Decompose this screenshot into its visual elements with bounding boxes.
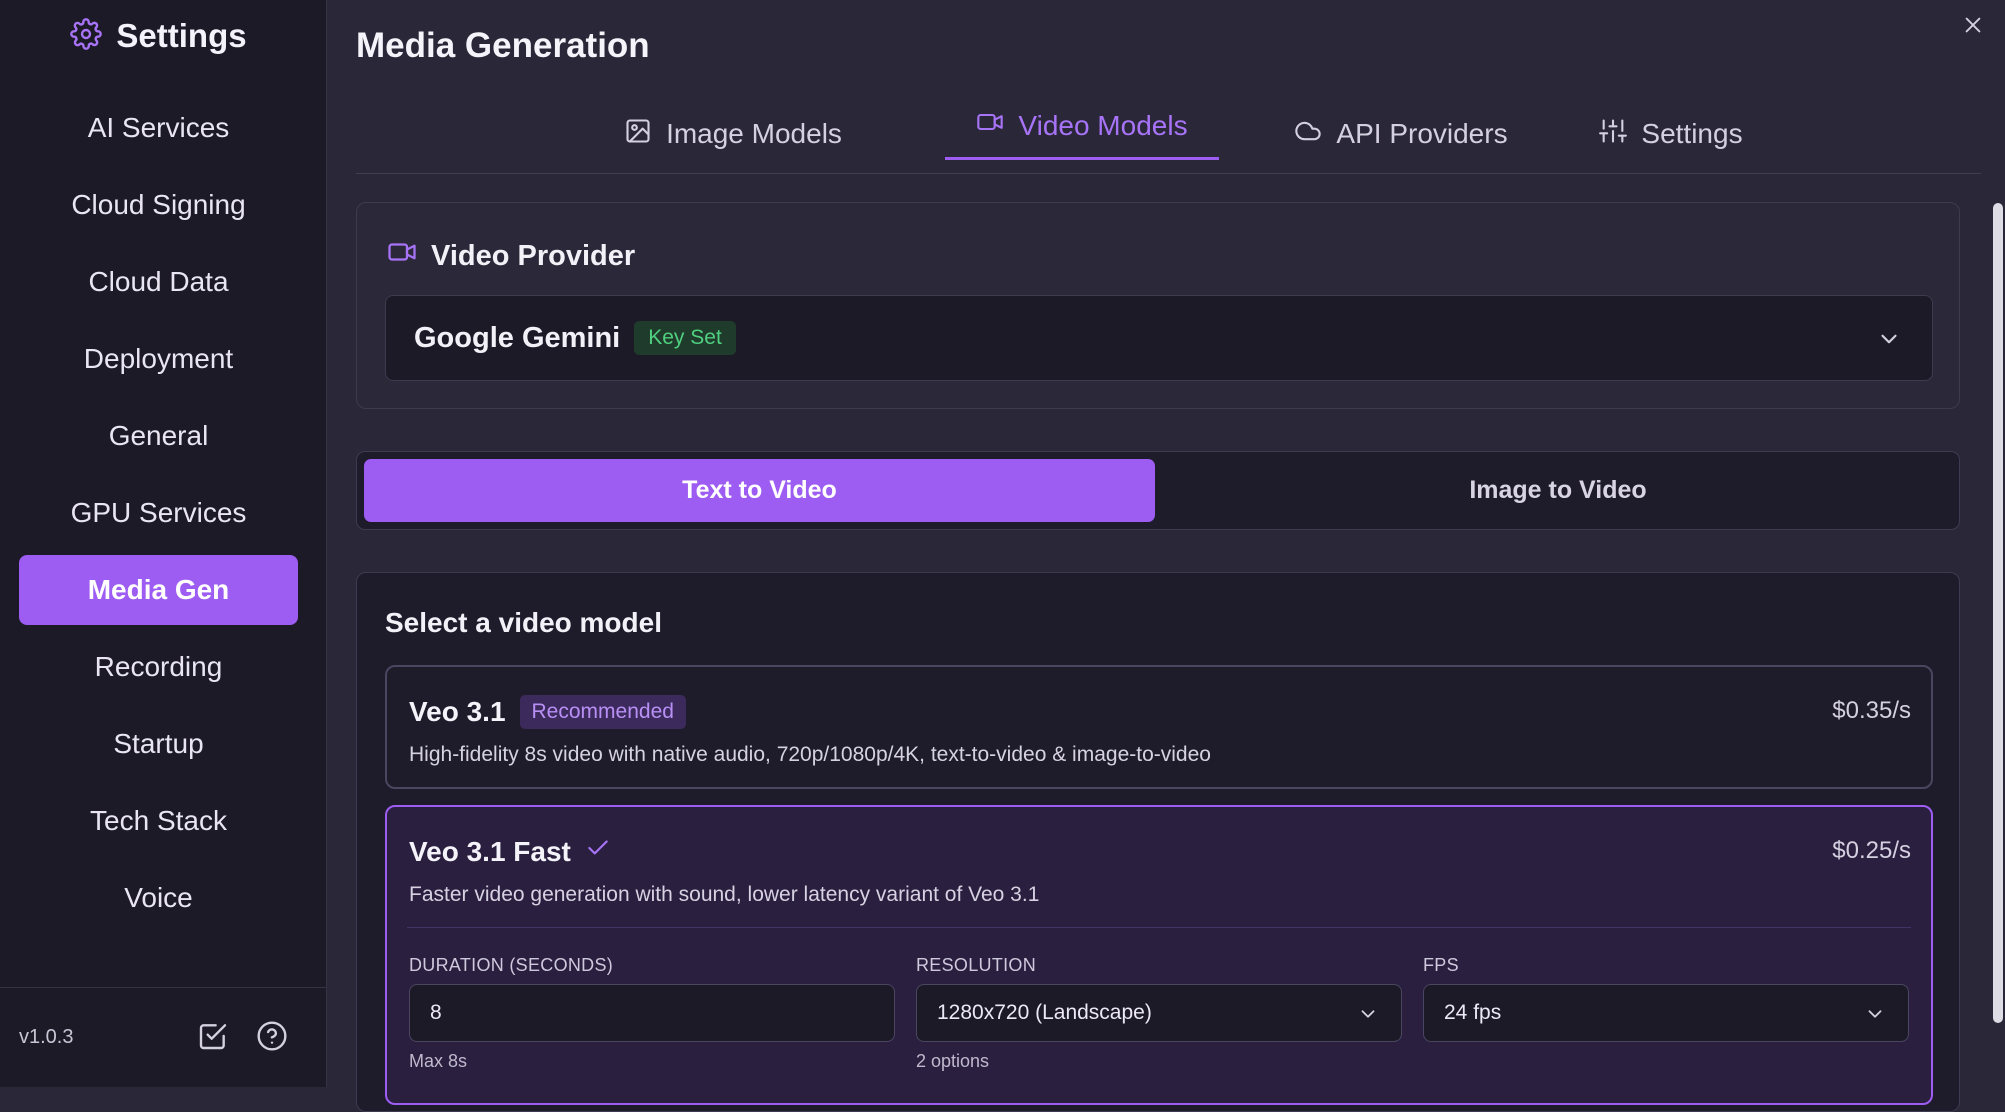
checklist-icon[interactable]: [197, 1020, 229, 1052]
resolution-hint: 2 options: [916, 1051, 990, 1071]
model-card-veo-3-1-fast[interactable]: Veo 3.1 Fast $0.25/s Faster video genera…: [385, 805, 1933, 1105]
text-to-video-button[interactable]: Text to Video: [364, 459, 1155, 522]
sidebar-title: Settings: [116, 17, 247, 54]
recommended-badge: Recommended: [519, 695, 686, 729]
main-panel: Media Generation Image Models Video Mode…: [328, 0, 2005, 1112]
model-description: Faster video generation with sound, lowe…: [409, 883, 1040, 906]
duration-input[interactable]: 8: [409, 984, 895, 1042]
gear-icon: [70, 17, 103, 55]
tab-api-providers[interactable]: API Providers: [1286, 94, 1516, 174]
model-price: $0.25/s: [1832, 837, 1911, 864]
image-to-video-button[interactable]: Image to Video: [1161, 459, 1955, 522]
video-provider-card: Video Provider Google Gemini Key Set: [356, 202, 1960, 409]
page-title: Media Generation: [356, 26, 650, 65]
tab-label: Image Models: [666, 118, 842, 149]
video-camera-icon: [387, 237, 417, 275]
chevron-down-icon: [1876, 326, 1902, 352]
sidebar-item-cloud-signing[interactable]: Cloud Signing: [19, 170, 298, 240]
fps-label: FPS: [1423, 955, 1459, 975]
sidebar: Settings AI Services Cloud Signing Cloud…: [0, 0, 327, 1087]
sidebar-footer: v1.0.3: [0, 987, 327, 1087]
sidebar-item-voice[interactable]: Voice: [19, 863, 298, 933]
scrollbar[interactable]: [1993, 203, 2003, 1023]
sidebar-item-ai-services[interactable]: AI Services: [19, 93, 298, 163]
sidebar-item-tech-stack[interactable]: Tech Stack: [19, 786, 298, 856]
sidebar-item-gpu-services[interactable]: GPU Services: [19, 478, 298, 548]
sidebar-item-recording[interactable]: Recording: [19, 632, 298, 702]
provider-selected-label: Google Gemini: [414, 321, 621, 354]
check-icon: [585, 835, 611, 868]
image-icon: [624, 117, 652, 152]
model-price: $0.35/s: [1832, 697, 1911, 724]
video-provider-heading: Video Provider: [387, 237, 635, 275]
key-set-badge: Key Set: [634, 321, 736, 355]
model-description: High-fidelity 8s video with native audio…: [409, 743, 1211, 766]
tab-video-models[interactable]: Video Models: [945, 94, 1219, 160]
resolution-field: RESOLUTION 1280x720 (Landscape) 2 option…: [916, 955, 1402, 1072]
sidebar-header: Settings: [0, 14, 317, 58]
models-title: Select a video model: [385, 607, 662, 638]
tab-label: Video Models: [1018, 109, 1188, 141]
fps-field: FPS 24 fps: [1423, 955, 1909, 1042]
model-card-veo-3-1[interactable]: Veo 3.1 Recommended $0.35/s High-fidelit…: [385, 665, 1933, 789]
duration-hint: Max 8s: [409, 1051, 468, 1071]
tab-label: Settings: [1641, 118, 1743, 149]
cloud-icon: [1294, 117, 1322, 152]
video-model-list: Select a video model Veo 3.1 Recommended…: [356, 572, 1960, 1112]
sliders-icon: [1599, 117, 1628, 152]
help-icon[interactable]: [256, 1020, 288, 1052]
tab-label: API Providers: [1336, 118, 1508, 149]
duration-label: DURATION (SECONDS): [409, 955, 614, 975]
version-label: v1.0.3: [19, 1026, 74, 1048]
sidebar-item-startup[interactable]: Startup: [19, 709, 298, 779]
sidebar-item-general[interactable]: General: [19, 401, 298, 471]
fps-select[interactable]: 24 fps: [1423, 984, 1909, 1042]
chevron-down-icon: [1868, 1010, 1882, 1018]
tab-bar: Image Models Video Models API Providers: [356, 94, 1981, 174]
duration-field: DURATION (SECONDS) 8 Max 8s: [409, 955, 895, 1072]
resolution-label: RESOLUTION: [916, 955, 1037, 975]
generation-mode-toggle: Text to Video Image to Video: [356, 451, 1960, 530]
chevron-down-icon: [1361, 1010, 1375, 1018]
tab-image-models[interactable]: Image Models: [618, 94, 848, 174]
sidebar-item-media-gen[interactable]: Media Gen: [19, 555, 298, 625]
model-name: Veo 3.1 Fast: [409, 835, 611, 868]
sidebar-nav: AI Services Cloud Signing Cloud Data Dep…: [19, 93, 298, 940]
provider-select[interactable]: Google Gemini Key Set: [385, 295, 1933, 381]
close-icon[interactable]: [1958, 10, 1988, 40]
model-name: Veo 3.1 Recommended: [409, 695, 686, 729]
tab-settings[interactable]: Settings: [1591, 94, 1751, 174]
video-camera-icon: [976, 108, 1004, 143]
resolution-select[interactable]: 1280x720 (Landscape): [916, 984, 1402, 1042]
sidebar-item-deployment[interactable]: Deployment: [19, 324, 298, 394]
divider: [407, 927, 1911, 928]
sidebar-item-cloud-data[interactable]: Cloud Data: [19, 247, 298, 317]
